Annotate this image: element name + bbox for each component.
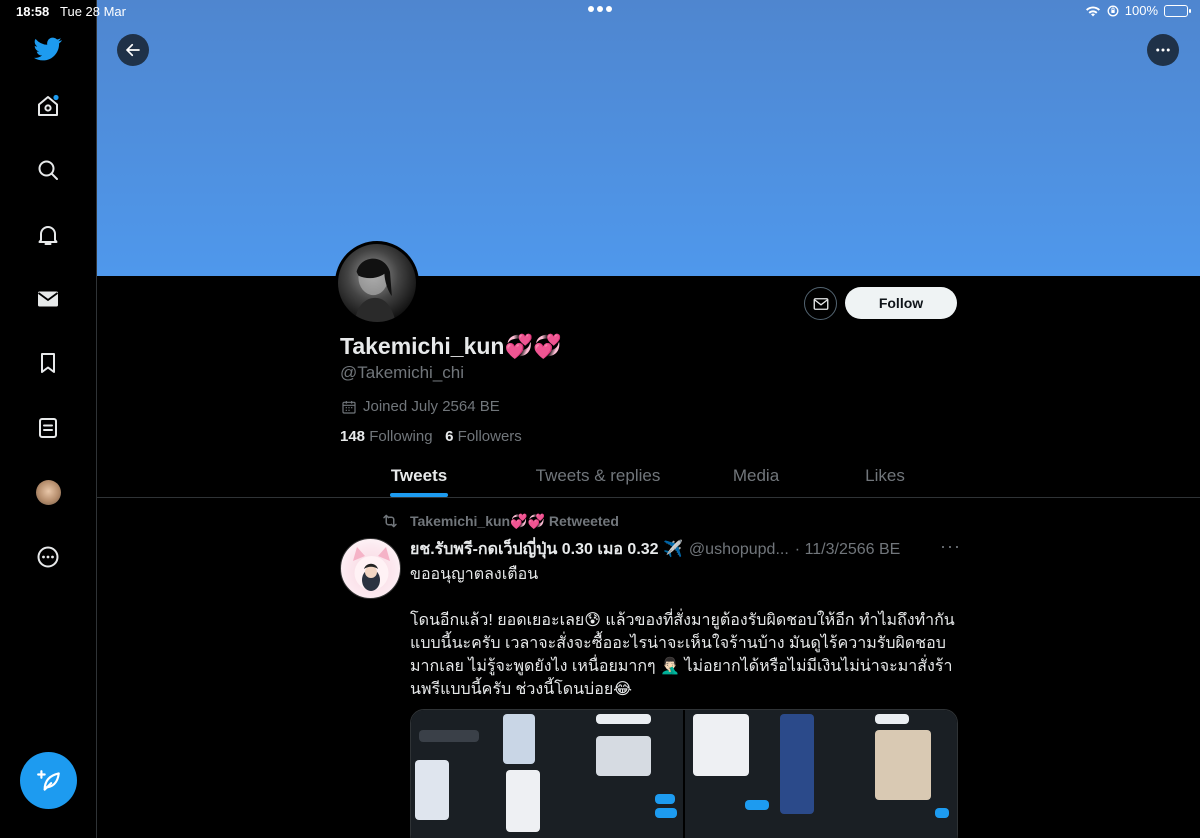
profile-tabs: Tweets Tweets & replies Media Likes (97, 454, 1200, 498)
home-icon[interactable] (34, 92, 62, 120)
back-button[interactable] (117, 34, 149, 66)
following-label: Following (369, 428, 433, 445)
status-date: Tue 28 Mar (60, 4, 126, 19)
tweet-text-paragraph: โดนอีกแล้ว! ยอดเยอะเลย😰 แล้วของที่สั่งมา… (410, 612, 955, 698)
tweet-author-handle[interactable]: @ushopupd... (689, 541, 789, 559)
battery-icon (1164, 4, 1191, 17)
orientation-lock-icon (1107, 5, 1119, 17)
more-options-button[interactable] (1147, 34, 1179, 66)
search-icon[interactable] (34, 156, 62, 184)
compose-tweet-icon (36, 769, 60, 791)
multitasking-dots-icon[interactable] (588, 6, 612, 12)
arrow-left-icon (126, 43, 140, 57)
bookmark-icon[interactable] (34, 349, 62, 377)
profile-banner (97, 0, 1200, 276)
tweet-media[interactable] (410, 709, 958, 838)
avatar-icon[interactable] (34, 478, 62, 506)
followers-count: 6 (445, 428, 454, 445)
media-image-1[interactable] (411, 710, 683, 838)
followers-label: Followers (457, 428, 522, 445)
tweet-date[interactable]: · 11/3/2566 BE (795, 541, 901, 559)
ellipsis-icon (1156, 48, 1170, 52)
status-bar: 18:58 Tue 28 Mar 100% (0, 0, 1200, 24)
calendar-icon (342, 400, 356, 414)
status-indicators: 100% (1085, 3, 1191, 18)
tab-tweets-replies[interactable]: Tweets & replies (536, 466, 661, 486)
retweet-label: Takemichi_kun💞💞 Retweeted (410, 512, 619, 529)
battery-percent: 100% (1124, 3, 1158, 18)
mail-icon (813, 297, 828, 310)
tweet-author-avatar[interactable] (340, 538, 401, 599)
tweet-author-name[interactable]: ยช.รับพรี-กดเว็ปญี่ปุ่น 0.30 เมอ 0.32 ✈️ (410, 537, 683, 562)
message-button[interactable] (804, 287, 837, 320)
follow-button[interactable]: Follow (845, 287, 957, 319)
compose-tweet-button[interactable] (20, 752, 77, 809)
followers-link[interactable]: 6 Followers (445, 428, 522, 445)
profile-avatar[interactable] (335, 241, 419, 325)
bell-icon[interactable] (34, 221, 62, 249)
media-image-2[interactable] (685, 710, 957, 838)
tweet-header: ยช.รับพรี-กดเว็ปญี่ปุ่น 0.30 เมอ 0.32 ✈️… (410, 537, 900, 562)
tab-tweets[interactable]: Tweets (391, 466, 447, 486)
following-link[interactable]: 148 Following (340, 428, 433, 445)
list-icon[interactable] (34, 414, 62, 442)
sidebar (0, 0, 97, 838)
more-circle-icon[interactable] (34, 543, 62, 571)
twitter-logo-icon[interactable] (34, 35, 62, 63)
profile-handle: @Takemichi_chi (340, 363, 465, 382)
wifi-icon (1085, 5, 1101, 17)
status-time: 18:58 (16, 4, 50, 19)
joined-date: Joined July 2564 BE (341, 398, 500, 415)
active-tab-indicator (390, 493, 448, 497)
retweet-icon (383, 514, 397, 528)
following-count: 148 (340, 428, 366, 445)
profile-display-name: Takemichi_kun💞💞 (340, 333, 562, 359)
mail-icon[interactable] (34, 285, 62, 313)
retweet-context[interactable]: Takemichi_kun💞💞 Retweeted (380, 512, 619, 530)
tweet-body: ขออนุญาตลงเตือน โดนอีกแล้ว! ยอดเยอะเลย😰 … (410, 563, 962, 701)
tweet-text-line: ขออนุญาตลงเตือน (410, 566, 539, 583)
tab-likes[interactable]: Likes (865, 466, 905, 486)
tab-media[interactable]: Media (733, 466, 779, 486)
joined-text: Joined July 2564 BE (363, 398, 500, 415)
profile-stats: 148 Following 6 Followers (340, 428, 522, 445)
tweet-more-button[interactable]: ··· (940, 536, 961, 557)
